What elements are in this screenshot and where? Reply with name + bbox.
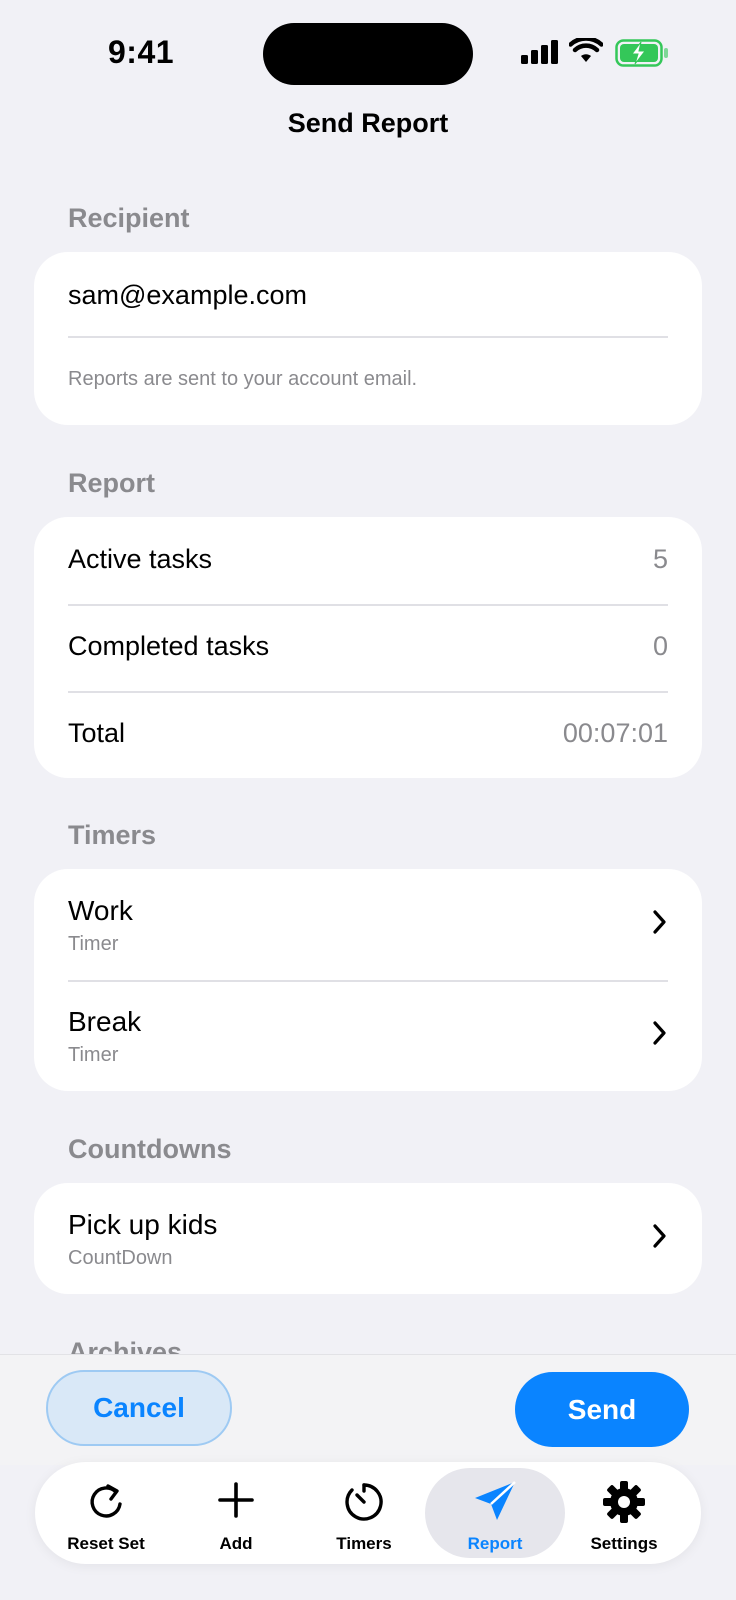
wifi-icon <box>569 38 603 62</box>
report-row-total: Total 00:07:01 <box>34 691 702 778</box>
row-label: Active tasks <box>68 544 213 574</box>
status-time: 9:41 <box>108 34 175 70</box>
chevron-right-icon <box>653 1021 666 1045</box>
list-item-countdown-pick-up-kids[interactable]: Pick up kids CountDown <box>34 1183 702 1294</box>
chevron-right-icon <box>653 910 666 934</box>
recipient-card: sam@example.com Reports are sent to your… <box>34 252 702 425</box>
list-item-subtitle: Timer <box>68 1044 119 1066</box>
divider <box>68 336 668 338</box>
report-row-completed-tasks: Completed tasks 0 <box>34 604 702 691</box>
row-value: 5 <box>652 544 668 574</box>
list-item-title: Pick up kids <box>68 1209 218 1240</box>
row-label: Total <box>68 718 126 748</box>
recipient-email[interactable]: sam@example.com <box>68 280 307 311</box>
paper-plane-icon <box>475 1481 516 1520</box>
timers-card: Work Timer Break Timer <box>34 869 702 1091</box>
tab-bar: Reset Set Add Timers Report Settings <box>35 1462 701 1564</box>
section-header-countdowns: Countdowns <box>68 1134 232 1164</box>
chevron-right-icon <box>653 1224 666 1248</box>
report-row-active-tasks: Active tasks 5 <box>34 517 702 604</box>
section-header-report: Report <box>68 468 155 498</box>
list-item-subtitle: Timer <box>68 933 119 955</box>
gear-icon <box>603 1481 645 1523</box>
timer-icon <box>345 1483 383 1521</box>
cellular-signal-icon <box>521 40 558 64</box>
tab-label: Add <box>219 1534 253 1553</box>
section-header-recipient: Recipient <box>68 203 190 233</box>
plus-icon <box>218 1482 254 1518</box>
countdowns-card: Pick up kids CountDown <box>34 1183 702 1294</box>
send-button[interactable]: Send <box>515 1372 689 1447</box>
list-item-timer-break[interactable]: Break Timer <box>34 980 702 1091</box>
tab-label: Settings <box>590 1534 658 1553</box>
tab-label: Report <box>467 1534 523 1553</box>
battery-charging-icon <box>615 39 668 67</box>
list-item-subtitle: CountDown <box>68 1247 173 1269</box>
row-label: Completed tasks <box>68 631 270 661</box>
dynamic-island <box>263 23 473 85</box>
recipient-hint: Reports are sent to your account email. <box>68 368 418 390</box>
report-card: Active tasks 5 Completed tasks 0 Total 0… <box>34 517 702 778</box>
tab-reset-set[interactable]: Reset Set <box>51 1462 161 1564</box>
section-header-timers: Timers <box>68 820 157 850</box>
tab-timers[interactable]: Timers <box>309 1462 419 1564</box>
tab-label: Timers <box>336 1534 392 1553</box>
list-item-title: Work <box>68 895 133 926</box>
recipient-email-row[interactable]: sam@example.com <box>34 252 702 338</box>
reset-icon <box>90 1484 122 1518</box>
tab-report[interactable]: Report <box>425 1462 565 1564</box>
cancel-button[interactable]: Cancel <box>46 1370 232 1446</box>
tab-settings[interactable]: Settings <box>565 1462 683 1564</box>
list-item-timer-work[interactable]: Work Timer <box>34 869 702 980</box>
row-value: 00:07:01 <box>562 718 668 748</box>
tab-add[interactable]: Add <box>181 1462 291 1564</box>
tab-label: Reset Set <box>67 1534 145 1553</box>
list-item-title: Break <box>68 1006 142 1037</box>
row-value: 0 <box>652 631 668 661</box>
page-title: Send Report <box>287 108 449 138</box>
